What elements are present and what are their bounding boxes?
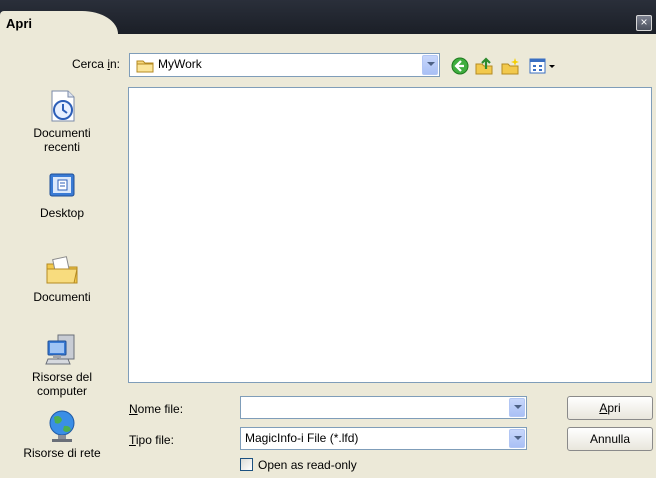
place-desktop-label: Desktop [39,206,85,220]
my-computer-icon [45,334,75,365]
place-network-label: Risorse di rete [23,446,101,460]
place-documents[interactable]: Documenti [0,252,124,304]
place-desktop[interactable]: Desktop [0,168,124,220]
read-only-checkbox[interactable] [240,458,253,471]
back-icon[interactable] [450,56,470,76]
look-in-label: Cerca in: [71,57,120,71]
file-type-dropdown-button[interactable] [509,429,525,448]
network-icon [49,410,75,442]
look-in-dropdown-button[interactable] [422,55,438,75]
look-in-value: MyWork [158,57,202,71]
documents-icon [46,256,78,284]
places-bar: Documenti recenti Desktop Documenti Riso… [0,88,124,478]
view-menu-icon[interactable] [528,56,562,76]
place-documents-label: Documenti [33,290,91,304]
place-network[interactable]: Risorse di rete [0,408,124,460]
file-name-combo[interactable] [240,396,527,419]
place-recent-documents[interactable]: Documenti recenti [0,88,124,154]
desktop-icon [49,173,75,197]
look-in-combo[interactable]: MyWork [129,53,440,77]
place-recent-documents-label: Documenti recenti [33,126,91,154]
cancel-button[interactable]: Annulla [567,427,653,451]
file-type-combo[interactable]: MagicInfo-i File (*.lfd) [240,427,527,450]
place-my-computer-label: Risorse del computer [31,370,93,398]
window-title: Apri [6,16,32,31]
file-name-dropdown-button[interactable] [509,398,525,417]
file-type-label: Tipo file: [129,433,174,447]
up-folder-icon[interactable] [474,56,494,76]
close-button[interactable]: × [636,15,652,31]
open-button[interactable]: Apri [567,396,653,420]
read-only-label[interactable]: Open as read-only [258,458,357,472]
new-folder-icon[interactable] [500,56,520,76]
folder-icon [136,60,154,73]
place-my-computer[interactable]: Risorse del computer [0,332,124,398]
file-name-label: Nome file: [129,402,184,416]
recent-documents-icon [51,90,75,122]
file-type-value: MagicInfo-i File (*.lfd) [245,431,359,445]
file-list[interactable] [128,87,652,383]
